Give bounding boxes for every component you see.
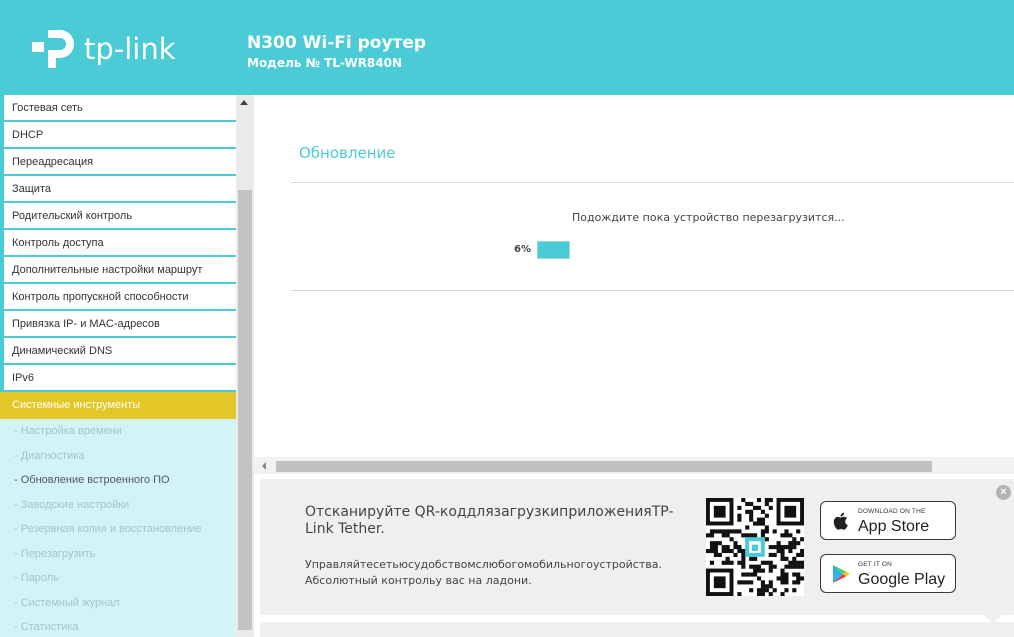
submenu-item-reboot[interactable]: - Перезагрузить xyxy=(0,542,236,567)
google-play-small-text: GET IT ON xyxy=(858,561,893,568)
router-model: Модель № TL-WR840N xyxy=(247,56,403,70)
banner-text-line-1: Управляйтесетьюсудобствомслюбогомобильно… xyxy=(305,558,662,571)
page-title: Обновление xyxy=(299,144,396,162)
submenu-item-diagnostics[interactable]: - Диагностика xyxy=(0,444,236,469)
horizontal-scrollbar-thumb[interactable] xyxy=(276,461,932,472)
reboot-message: Подождите пока устройство перезагрузится… xyxy=(572,211,845,224)
sidebar-item-dynamic-dns[interactable]: Динамический DNS xyxy=(0,338,236,365)
sidebar-item-dhcp[interactable]: DHCP xyxy=(0,122,236,149)
tp-link-logo-icon xyxy=(32,30,74,68)
submenu-item-firmware-upgrade[interactable]: - Обновление встроенного ПО xyxy=(0,468,236,493)
submenu-item-password[interactable]: - Пароль xyxy=(0,566,236,591)
banner-text-line-2: Абсолютный контрольу вас на ладони. xyxy=(305,574,532,587)
sidebar-item-guest-network[interactable]: Гостевая сеть xyxy=(0,95,236,122)
sidebar-item-security[interactable]: Защита xyxy=(0,176,236,203)
sidebar-item-ipv6[interactable]: IPv6 xyxy=(0,365,236,392)
submenu-item-time-settings[interactable]: - Настройка времени xyxy=(0,419,236,444)
sidebar-item-forwarding[interactable]: Переадресация xyxy=(0,149,236,176)
qr-code-image xyxy=(706,498,805,597)
progress-bar-fill xyxy=(537,241,570,259)
sidebar-item-parental-control[interactable]: Родительский контроль xyxy=(0,203,236,230)
header-bar: tp-link N300 Wi-Fi роутер Модель № TL-WR… xyxy=(0,0,1014,95)
sidebar-item-advanced-routing[interactable]: Дополнительные настройки маршрут xyxy=(0,257,236,284)
apple-icon xyxy=(833,512,848,530)
app-store-small-text: DOWNLOAD ON THE xyxy=(858,508,926,515)
tp-link-logo: tp-link xyxy=(28,26,176,72)
logo-text: tp-link xyxy=(84,32,176,66)
submenu-item-statistics[interactable]: - Статистика xyxy=(0,615,236,637)
progress-percent-label: 6% xyxy=(514,244,531,255)
submenu-item-factory-defaults[interactable]: - Заводские настройки xyxy=(0,493,236,518)
tether-app-banner: Отсканируйте QR-коддлязагрузкиприложения… xyxy=(260,479,1014,615)
sidebar-item-system-tools[interactable]: Системные инструменты xyxy=(0,392,236,419)
app-store-button[interactable]: DOWNLOAD ON THE App Store xyxy=(820,501,956,540)
scroll-up-arrow-icon[interactable] xyxy=(240,100,248,105)
sidebar-item-bandwidth-control[interactable]: Контроль пропускной способности xyxy=(0,284,236,311)
divider-top xyxy=(291,182,1014,183)
submenu-item-backup-restore[interactable]: - Резервная копия и восстановление xyxy=(0,517,236,542)
sidebar-item-access-control[interactable]: Контроль доступа xyxy=(0,230,236,257)
main-menu: Гостевая сеть DHCP Переадресация Защита … xyxy=(0,95,236,419)
content-horizontal-scrollbar[interactable] xyxy=(254,457,1014,474)
google-play-label: Google Play xyxy=(858,571,946,588)
banner-description: Управляйтесетьюсудобствомслюбогомобильно… xyxy=(305,557,725,589)
close-banner-icon[interactable]: × xyxy=(996,485,1011,500)
sidebar-item-ip-mac-binding[interactable]: Привязка IP- и MAC-адресов xyxy=(0,311,236,338)
router-admin-page: tp-link N300 Wi-Fi роутер Модель № TL-WR… xyxy=(0,0,1014,637)
main-content: Обновление Подождите пока устройство пер… xyxy=(254,95,1014,455)
google-play-icon xyxy=(833,565,850,583)
banner-heading: Отсканируйте QR-коддлязагрузкиприложения… xyxy=(305,504,674,537)
progress-bar xyxy=(537,241,570,259)
sidebar-scrollbar[interactable] xyxy=(236,95,254,637)
sidebar-menu: Гостевая сеть DHCP Переадресация Защита … xyxy=(0,95,236,637)
google-play-button[interactable]: GET IT ON Google Play xyxy=(820,554,956,593)
sidebar-scrollbar-thumb[interactable] xyxy=(238,190,252,630)
router-title: N300 Wi-Fi роутер xyxy=(247,33,427,53)
qr-code-icon xyxy=(706,498,805,597)
app-store-label: App Store xyxy=(858,518,930,535)
submenu-item-system-log[interactable]: - Системный журнал xyxy=(0,591,236,616)
footer-strip xyxy=(260,622,1014,637)
system-tools-submenu: - Настройка времени - Диагностика - Обно… xyxy=(0,419,236,637)
scroll-left-arrow-icon[interactable] xyxy=(262,462,266,470)
divider-bottom xyxy=(291,290,1014,291)
